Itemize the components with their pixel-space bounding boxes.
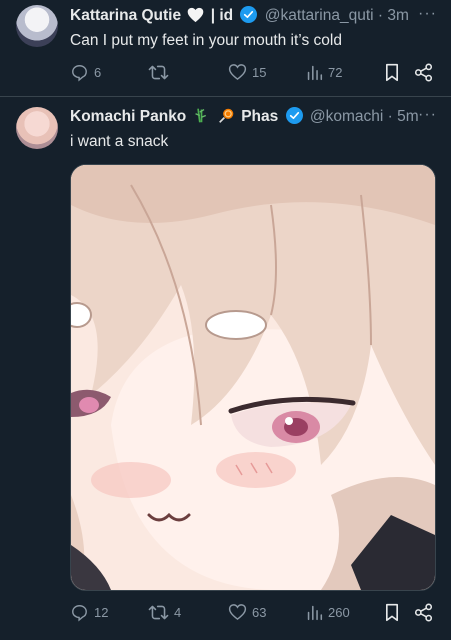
tweet-actions: 12 4 63 260 [70,602,439,622]
bookmark-icon [385,63,399,81]
verified-badge-icon [240,6,258,23]
tweet-1[interactable]: Kattarina Qutie | id @kattarina_quti · 3… [0,0,451,96]
share-icon [414,63,433,81]
like-count: 15 [252,64,267,80]
share-icon [414,603,433,621]
like-icon [228,604,247,621]
like-icon [228,64,247,81]
bookmark-button[interactable] [384,602,400,622]
like-button[interactable]: 15 [228,62,266,82]
reply-count: 6 [94,64,102,80]
display-name-suffix: | id [210,7,234,24]
views-button[interactable]: 260 [306,602,350,622]
retweet-button[interactable] [148,62,174,82]
tweet-image[interactable] [70,164,436,591]
handle[interactable]: @komachi [310,108,383,125]
more-icon[interactable]: ··· [418,106,437,124]
views-count: 72 [328,64,343,80]
tweet-header: Kattarina Qutie | id @kattarina_quti · 3… [70,6,441,26]
reply-button[interactable]: 6 [70,62,101,82]
reply-icon [72,604,87,622]
display-name[interactable]: Komachi Panko [70,108,186,125]
views-button[interactable]: 72 [306,62,342,82]
reply-count: 12 [94,604,109,620]
tweet-text: Can I put my feet in your mouth it’s col… [70,32,342,49]
avatar[interactable] [16,5,58,47]
share-button[interactable] [414,62,433,82]
bookmark-icon [385,603,399,621]
anime-girl-illustration [71,165,435,590]
like-count: 63 [252,604,267,620]
timestamp[interactable]: 3m [387,7,409,24]
retweet-count: 4 [174,604,182,620]
reply-button[interactable]: 12 [70,602,108,622]
separator-dot: · [377,7,384,24]
verified-badge-icon [285,107,303,124]
avatar[interactable] [16,107,58,149]
tweet-header: Komachi Panko Phas @komachi · 5m [70,107,441,127]
reply-icon [72,64,87,82]
bookmark-button[interactable] [384,62,400,82]
white-heart-icon [188,7,204,23]
views-icon [307,605,323,620]
tweet-actions: 6 15 72 [70,62,439,82]
handle[interactable]: @kattarina_quti [265,7,374,24]
display-name-suffix: Phas [241,108,279,125]
like-button[interactable]: 63 [228,602,266,622]
separator-dot: · [387,108,393,125]
retweet-icon [148,65,169,79]
views-icon [307,65,323,80]
more-icon[interactable]: ··· [418,5,437,23]
lollipop-emoji-icon [219,108,234,123]
display-name[interactable]: Kattarina Qutie [70,7,181,24]
tweet-2[interactable]: Komachi Panko Phas @komachi · 5m ··· i w… [0,97,451,640]
retweet-icon [148,605,169,619]
share-button[interactable] [414,602,433,622]
timestamp[interactable]: 5m [397,108,419,125]
tweet-text: i want a snack [70,133,169,150]
retweet-button[interactable]: 4 [148,602,181,622]
views-count: 260 [328,604,350,620]
bamboo-emoji-icon [194,108,206,123]
